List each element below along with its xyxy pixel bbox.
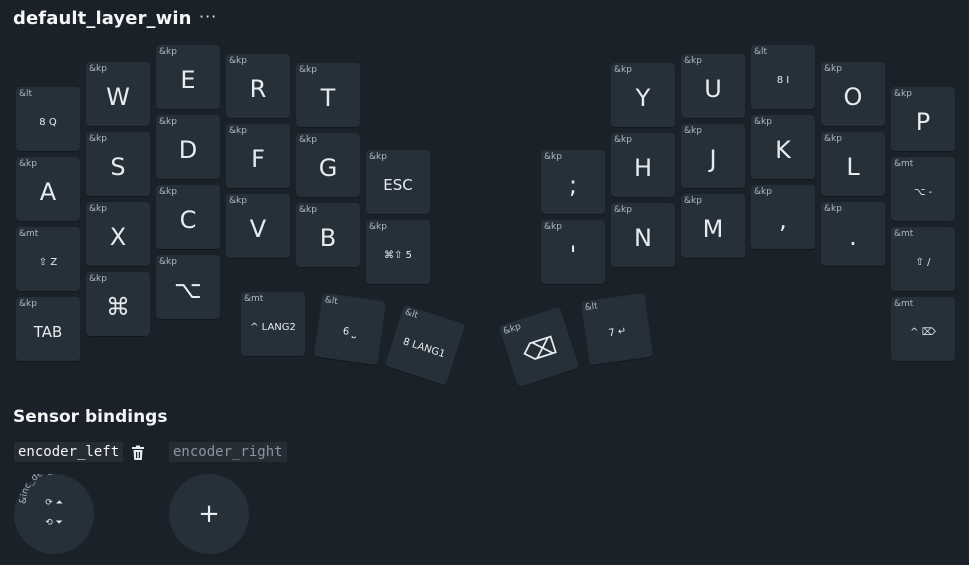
key-label: ⌥ [174,276,202,304]
key-alt[interactable]: &kp ⌥ [156,255,220,319]
key-esc[interactable]: &kp ESC [366,150,430,214]
key-e[interactable]: &kp E [156,45,220,109]
key-label: ^ LANG2 [250,321,296,333]
encoder-cw-label: ⟳ ⏶ [45,498,63,508]
key-label: 6 ⎵ [342,325,358,339]
key-label: E [180,66,196,94]
key-label: D [178,136,198,164]
sensor-bindings-title: Sensor bindings [13,407,168,427]
key-label: ESC [383,176,413,194]
key-z[interactable]: &mt ⇧ Z [16,227,80,291]
key-label: S [110,153,126,181]
key-space[interactable]: &lt 6 ⎵ [313,292,387,366]
key-w[interactable]: &kp W [86,62,150,126]
key-comma[interactable]: &kp, [751,185,815,249]
key-label: T [320,84,336,112]
key-label: M [702,215,724,243]
key-label: ; [568,171,578,199]
key-label: K [775,136,791,164]
key-label: ⌥ - [913,186,933,198]
key-h[interactable]: &kp H [611,133,675,197]
key-semi[interactable]: &kp; [541,150,605,214]
key-label: U [704,75,722,103]
key-label: V [249,215,267,243]
key-label: TAB [33,323,63,341]
key-label: N [634,224,652,252]
key-minus[interactable]: &mt ⌥ - [891,157,955,221]
key-label: B [319,224,337,252]
trash-icon[interactable] [130,445,146,461]
key-label: H [633,154,653,182]
encoder-ccw-label: ⟲ ⏷ [45,518,63,528]
key-label: Y [635,84,651,112]
key-enter[interactable]: &lt 7 ↵ [580,292,654,366]
key-label: X [109,223,127,251]
key-label: J [709,145,717,173]
key-label: F [251,145,265,173]
key-v[interactable]: &kp V [226,194,290,258]
key-label: ' [569,241,577,269]
key-g[interactable]: &kp G [296,133,360,197]
key-label: 8 I [776,74,790,86]
key-label: 8 LANG1 [401,335,447,360]
key-label: G [318,154,338,182]
key-label: ⇧ Z [38,256,58,268]
key-label: L [846,153,860,181]
key-label: 7 ↵ [607,325,628,339]
key-u[interactable]: &kp U [681,54,745,118]
key-label: ⌘ [106,293,130,321]
key-slash[interactable]: &mt ⇧ / [891,227,955,291]
key-label: P [915,108,931,136]
key-label: O [843,83,863,111]
key-q[interactable]: &lt 8 Q [16,87,80,151]
add-sensor-binding-button[interactable]: + [169,474,249,554]
key-o[interactable]: &kp O [821,62,885,126]
key-a[interactable]: &kp A [16,157,80,221]
key-f[interactable]: &kp F [226,124,290,188]
key-y[interactable]: &kp Y [611,63,675,127]
key-dot[interactable]: &kp. [821,202,885,266]
key-lang1[interactable]: &lt 8 LANG1 [384,304,466,386]
key-del[interactable]: &mt ^ ⌦ [891,297,955,361]
key-five[interactable]: &kp ⌘⇧ 5 [366,220,430,284]
key-c[interactable]: &kp C [156,185,220,249]
more-options-button[interactable]: ··· [199,7,217,26]
key-r[interactable]: &kp R [226,54,290,118]
key-label: W [106,83,130,111]
key-tab[interactable]: &kp TAB [16,297,80,361]
tab-encoder-left[interactable]: encoder_left [14,442,124,462]
tab-encoder-right[interactable]: encoder_right [169,442,287,462]
key-d[interactable]: &kp D [156,115,220,179]
key-l[interactable]: &kp L [821,132,885,196]
layer-title: default_layer_win [13,8,192,29]
key-m[interactable]: &kp M [681,194,745,258]
key-bksp[interactable]: &kp ⌫ [498,306,580,388]
key-s[interactable]: &kp S [86,132,150,196]
key-label: ⇧ / [915,256,931,268]
key-label: C [179,206,197,234]
key-apos[interactable]: &kp ' [541,220,605,284]
key-k[interactable]: &kp K [751,115,815,179]
encoder-behavior-arc: &inc_dec_kp [19,474,65,504]
key-n[interactable]: &kp N [611,203,675,267]
key-b[interactable]: &kp B [296,203,360,267]
encoder-left-binding[interactable]: &inc_dec_kp ⟳ ⏶ ⟲ ⏷ [14,474,94,554]
key-label: R [249,75,267,103]
key-label: ⌫ [519,331,561,369]
key-lang2[interactable]: &mt ^ LANG2 [241,292,305,356]
key-label: 8 Q [39,116,57,128]
key-label: ⌘⇧ 5 [384,249,412,261]
key-p[interactable]: &kp P [891,87,955,151]
key-label: A [39,178,57,206]
key-t[interactable]: &kp T [296,63,360,127]
key-label: . [849,223,857,251]
key-label: , [779,206,787,234]
key-j[interactable]: &kp J [681,124,745,188]
key-i[interactable]: &lt 8 I [751,45,815,109]
key-x[interactable]: &kp X [86,202,150,266]
key-label: ^ ⌦ [910,326,936,338]
key-cmd[interactable]: &kp ⌘ [86,272,150,336]
